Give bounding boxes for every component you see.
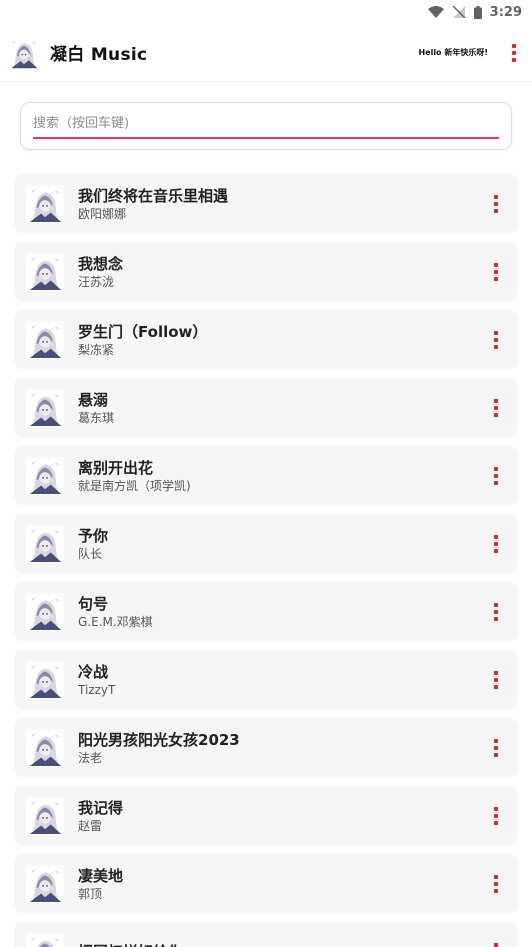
song-text: 凄美地 郭顶 bbox=[78, 866, 488, 902]
no-signal-icon bbox=[452, 6, 466, 18]
song-list-item[interactable]: 把回忆拼好给你 bbox=[14, 922, 518, 947]
album-cover-icon bbox=[26, 661, 64, 699]
more-vert-icon[interactable] bbox=[506, 40, 522, 66]
anime-avatar-icon bbox=[8, 37, 40, 69]
song-text: 阳光男孩阳光女孩2023 法老 bbox=[78, 730, 488, 766]
song-title: 句号 bbox=[78, 594, 109, 613]
song-artist: 赵雷 bbox=[78, 818, 103, 833]
album-cover-icon bbox=[26, 797, 64, 835]
song-more-icon[interactable] bbox=[488, 871, 504, 897]
song-more-icon[interactable] bbox=[488, 463, 504, 489]
song-text: 句号 G.E.M.邓紫棋 bbox=[78, 594, 488, 630]
album-cover-icon bbox=[26, 865, 64, 903]
app-bar: 凝白 Music Hello 新年快乐呀! bbox=[0, 24, 532, 82]
song-list-item[interactable]: 予你 队长 bbox=[14, 514, 518, 573]
greeting-text: Hello 新年快乐呀! bbox=[418, 48, 488, 57]
song-more-icon[interactable] bbox=[488, 531, 504, 557]
song-more-icon[interactable] bbox=[488, 191, 504, 217]
song-text: 把回忆拼好给你 bbox=[78, 942, 488, 947]
song-list-item[interactable]: 句号 G.E.M.邓紫棋 bbox=[14, 582, 518, 641]
song-artist: 郭顶 bbox=[78, 886, 103, 901]
song-text: 罗生门（Follow） 梨冻紧 bbox=[78, 322, 488, 358]
search-input[interactable] bbox=[33, 109, 499, 139]
song-text: 离别开出花 就是南方凯（项学凯) bbox=[78, 458, 488, 494]
song-title: 予你 bbox=[78, 526, 109, 545]
album-cover-icon bbox=[26, 253, 64, 291]
song-title: 冷战 bbox=[78, 662, 109, 681]
song-title: 我记得 bbox=[78, 798, 124, 817]
song-more-icon[interactable] bbox=[488, 939, 504, 947]
song-more-icon[interactable] bbox=[488, 667, 504, 693]
album-cover-icon bbox=[26, 321, 64, 359]
song-list-item[interactable]: 我想念 汪苏泷 bbox=[14, 242, 518, 301]
album-cover-icon bbox=[26, 933, 64, 947]
battery-icon bbox=[473, 5, 482, 19]
song-list-item[interactable]: 我记得 赵雷 bbox=[14, 786, 518, 845]
song-text: 予你 队长 bbox=[78, 526, 488, 562]
song-text: 冷战 TizzyT bbox=[78, 662, 488, 698]
song-more-icon[interactable] bbox=[488, 735, 504, 761]
song-title: 悬溺 bbox=[78, 390, 109, 409]
song-list-item[interactable]: 罗生门（Follow） 梨冻紧 bbox=[14, 310, 518, 369]
song-list-item[interactable]: 我们终将在音乐里相遇 欧阳娜娜 bbox=[14, 174, 518, 233]
album-cover-icon bbox=[26, 729, 64, 767]
song-title: 罗生门（Follow） bbox=[78, 322, 208, 341]
song-text: 我想念 汪苏泷 bbox=[78, 254, 488, 290]
album-cover-icon bbox=[26, 593, 64, 631]
album-cover-icon bbox=[26, 389, 64, 427]
song-artist: 法老 bbox=[78, 750, 103, 765]
song-artist: 欧阳娜娜 bbox=[78, 206, 127, 221]
album-cover-icon bbox=[26, 457, 64, 495]
song-title: 把回忆拼好给你 bbox=[78, 942, 488, 947]
song-list-item[interactable]: 悬溺 葛东琪 bbox=[14, 378, 518, 437]
song-list-item[interactable]: 阳光男孩阳光女孩2023 法老 bbox=[14, 718, 518, 777]
song-title: 阳光男孩阳光女孩2023 bbox=[78, 730, 240, 749]
album-cover-icon bbox=[26, 185, 64, 223]
song-more-icon[interactable] bbox=[488, 599, 504, 625]
app-title: 凝白 Music bbox=[50, 45, 148, 65]
song-more-icon[interactable] bbox=[488, 803, 504, 829]
song-text: 我记得 赵雷 bbox=[78, 798, 488, 834]
song-text: 我们终将在音乐里相遇 欧阳娜娜 bbox=[78, 186, 488, 222]
song-artist: 汪苏泷 bbox=[78, 274, 115, 289]
status-bar: 3:29 bbox=[0, 0, 532, 24]
song-title: 离别开出花 bbox=[78, 458, 154, 477]
song-list-item[interactable]: 离别开出花 就是南方凯（项学凯) bbox=[14, 446, 518, 505]
wifi-icon bbox=[427, 6, 444, 18]
song-list-item[interactable]: 冷战 TizzyT bbox=[14, 650, 518, 709]
search-box bbox=[20, 102, 512, 150]
song-artist: 队长 bbox=[78, 546, 103, 561]
song-artist: 梨冻紧 bbox=[78, 342, 115, 357]
song-more-icon[interactable] bbox=[488, 327, 504, 353]
song-list-item[interactable]: 凄美地 郭顶 bbox=[14, 854, 518, 913]
song-list: 我们终将在音乐里相遇 欧阳娜娜 我想念 汪苏泷 罗生门（Follow） 梨冻紧 悬溺 葛东琪离… bbox=[0, 174, 532, 947]
search-section bbox=[0, 82, 532, 150]
song-artist: TizzyT bbox=[78, 682, 116, 697]
song-more-icon[interactable] bbox=[488, 259, 504, 285]
song-title: 我们终将在音乐里相遇 bbox=[78, 186, 229, 205]
song-artist: 就是南方凯（项学凯) bbox=[78, 478, 191, 493]
album-cover-icon bbox=[26, 525, 64, 563]
song-title: 凄美地 bbox=[78, 866, 124, 885]
song-title: 我想念 bbox=[78, 254, 124, 273]
clock: 3:29 bbox=[489, 4, 522, 20]
song-text: 悬溺 葛东琪 bbox=[78, 390, 488, 426]
song-more-icon[interactable] bbox=[488, 395, 504, 421]
song-artist: 葛东琪 bbox=[78, 410, 115, 425]
song-artist: G.E.M.邓紫棋 bbox=[78, 614, 153, 629]
